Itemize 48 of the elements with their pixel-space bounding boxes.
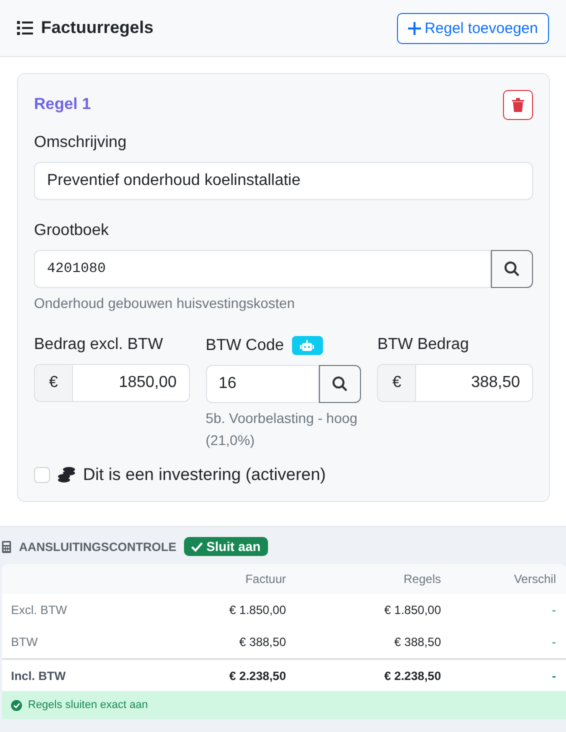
column-header: Regels <box>402 572 441 586</box>
search-icon <box>332 376 348 392</box>
list-icon <box>17 21 33 35</box>
description-field[interactable]: Preventief onderhoud koelinstallatie <box>34 162 533 200</box>
vat-amount-field[interactable]: 388,50 <box>415 364 533 402</box>
field-label: Omschrijving <box>34 134 128 152</box>
status-badge: Sluit aan <box>184 537 268 556</box>
line-title: Regel 1 <box>34 96 91 114</box>
ledger-field[interactable]: 4201080 <box>34 250 491 288</box>
table-cell-text: € 388,50 <box>238 635 286 649</box>
table-cell-text: - <box>551 635 556 649</box>
table-cell-text: Excl. BTW <box>11 603 68 617</box>
table-cell-text: - <box>551 668 556 682</box>
checkbox-label: Dit is een investering (activeren) <box>83 465 326 485</box>
status-message: Regels sluiten exact aan <box>28 699 148 711</box>
delete-button[interactable] <box>503 90 533 120</box>
section-title: AANSLUITINGSCONTROLE <box>19 540 176 554</box>
table-cell-text: BTW <box>11 635 39 649</box>
currency-prefix: € <box>34 364 72 402</box>
robot-icon <box>292 336 323 355</box>
coins-icon <box>58 467 75 483</box>
plus-icon <box>408 22 421 34</box>
search-button[interactable] <box>319 365 362 403</box>
column-header: Verschil <box>512 572 556 586</box>
checkbox[interactable] <box>34 467 50 483</box>
section-title: Factuurregels <box>41 18 154 38</box>
table-cell-text: € 1.850,00 <box>383 603 441 617</box>
check-circle-icon <box>11 700 22 710</box>
add-line-button[interactable]: Regel toevoegen <box>396 12 549 44</box>
field-label: BTW Code <box>206 336 284 354</box>
search-button[interactable] <box>491 250 533 288</box>
vat-code-field[interactable]: 16 <box>206 365 320 403</box>
table-cell-text: € 1.850,00 <box>228 603 286 617</box>
column-header: Factuur <box>244 572 286 586</box>
ledger-name: Onderhoud gebouwen huisvestingskosten <box>34 294 296 313</box>
trash-icon <box>512 98 524 112</box>
currency-prefix: € <box>377 364 416 402</box>
vat-code-name: 5b. Voorbelasting - hoog (21,0%) <box>206 409 358 450</box>
table-cell-text: € 2.238,50 <box>383 668 441 682</box>
table-cell-text: - <box>551 603 556 617</box>
field-label: Grootboek <box>34 222 110 240</box>
search-icon <box>504 261 520 277</box>
field-label: Bedrag excl. BTW <box>34 336 164 354</box>
field-label: BTW Bedrag <box>377 336 470 354</box>
table-cell-text: € 2.238,50 <box>228 668 286 682</box>
table-cell-text: Incl. BTW <box>11 668 67 682</box>
amount-field[interactable]: 1850,00 <box>72 364 190 402</box>
table-cell-text: € 388,50 <box>393 635 441 649</box>
